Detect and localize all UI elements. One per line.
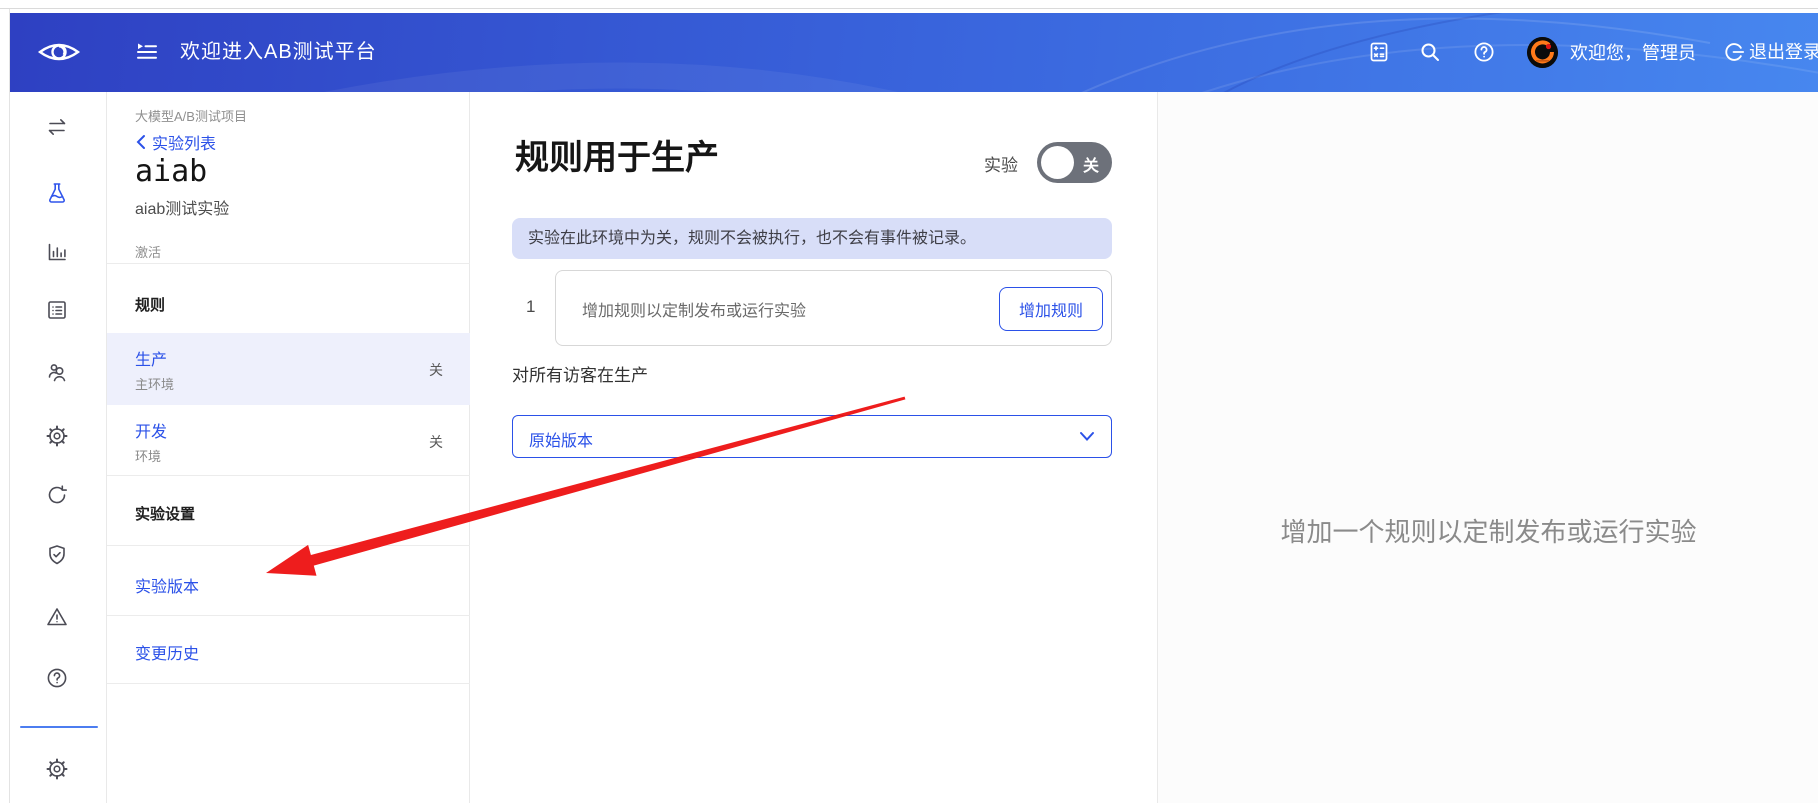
env-name[interactable]: 开发 <box>135 418 167 442</box>
divider <box>107 545 470 546</box>
env-row-production[interactable]: 生产 主环境 关 <box>107 333 470 405</box>
env-state-badge: 关 <box>429 360 443 380</box>
shield-check-icon[interactable] <box>45 543 69 567</box>
experiment-settings-header: 实验设置 <box>135 503 195 524</box>
divider <box>107 263 470 264</box>
page-title-header: 欢迎进入AB测试平台 <box>180 39 377 65</box>
users-icon[interactable] <box>45 360 69 384</box>
env-state-badge: 关 <box>429 432 443 452</box>
refresh-icon[interactable] <box>45 483 69 507</box>
sidebar-link-experiment-versions[interactable]: 实验版本 <box>135 573 199 597</box>
help-icon[interactable] <box>1472 40 1496 64</box>
env-subtitle: 环境 <box>135 446 161 465</box>
logout-button[interactable]: 退出登录 <box>1723 40 1818 64</box>
app-header: 欢迎进入AB测试平台 欢迎您，管理员 <box>10 13 1818 92</box>
bar-chart-icon[interactable] <box>45 240 69 264</box>
chevron-down-icon <box>1079 430 1095 442</box>
divider <box>107 683 470 684</box>
experiment-toggle-label: 实验 <box>984 151 1018 176</box>
back-link-label: 实验列表 <box>152 130 216 154</box>
eye-logo <box>38 36 80 68</box>
rules-main-panel: 规则用于生产 实验 关 实验在此环境中为关，规则不会被执行，也不会有事件被记录。… <box>470 92 1157 803</box>
add-rule-placeholder-text: 增加规则以定制发布或运行实验 <box>582 297 806 321</box>
calculator-icon[interactable] <box>1367 40 1391 64</box>
warning-triangle-icon[interactable] <box>45 605 69 629</box>
project-name-label: 大模型A/B测试项目 <box>135 106 247 125</box>
experiments-flask-icon[interactable] <box>45 181 69 205</box>
window-top-strip <box>0 0 1818 13</box>
experiment-toggle[interactable]: 关 <box>1037 142 1112 183</box>
nav-icon-rail <box>10 92 107 803</box>
question-circle-icon[interactable] <box>45 666 69 690</box>
settings-gear-icon[interactable] <box>45 424 69 448</box>
chevron-left-icon <box>135 134 146 150</box>
window-chrome-divider <box>0 8 1818 9</box>
toggle-state-text: 关 <box>1083 152 1099 176</box>
add-rule-row: 增加规则以定制发布或运行实验 增加规则 <box>555 270 1112 346</box>
swap-arrows-icon[interactable] <box>45 115 69 139</box>
bottom-settings-gear-icon[interactable] <box>45 757 69 781</box>
logout-label: 退出登录 <box>1749 40 1818 64</box>
search-icon[interactable] <box>1418 40 1442 64</box>
empty-rules-hint: 增加一个规则以定制发布或运行实验 <box>1158 512 1818 549</box>
rules-empty-panel: 增加一个规则以定制发布或运行实验 <box>1157 92 1818 803</box>
env-subtitle: 主环境 <box>135 374 174 393</box>
window-left-edge <box>0 9 10 803</box>
sidebar-link-change-history[interactable]: 变更历史 <box>135 640 199 664</box>
divider <box>107 475 470 476</box>
rule-number: 1 <box>526 297 535 317</box>
main-title: 规则用于生产 <box>515 130 719 179</box>
environment-off-banner: 实验在此环境中为关，规则不会被执行，也不会有事件被记录。 <box>512 218 1112 259</box>
menu-fold-icon[interactable] <box>135 40 159 64</box>
rail-divider <box>20 726 98 728</box>
experiment-description: aiab测试实验 <box>135 195 229 219</box>
user-avatar[interactable] <box>1527 37 1558 68</box>
divider <box>107 615 470 616</box>
toggle-knob[interactable] <box>1041 146 1074 179</box>
version-selected-value: 原始版本 <box>529 427 593 451</box>
logout-icon <box>1723 41 1745 63</box>
experiment-name: aiab <box>135 154 207 189</box>
version-select-dropdown[interactable]: 原始版本 <box>512 415 1112 458</box>
user-greeting: 欢迎您，管理员 <box>1570 42 1696 64</box>
env-name[interactable]: 生产 <box>135 346 167 370</box>
env-row-development[interactable]: 开发 环境 关 <box>107 405 470 475</box>
add-rule-button[interactable]: 增加规则 <box>999 287 1103 331</box>
rules-section-header: 规则 <box>135 294 165 315</box>
back-to-experiment-list-link[interactable]: 实验列表 <box>135 130 216 154</box>
audience-label: 对所有访客在生产 <box>512 361 648 386</box>
experiment-sidebar: 大模型A/B测试项目 实验列表 aiab aiab测试实验 激活 规则 生产 主… <box>107 92 470 803</box>
experiment-status-label: 激活 <box>135 242 161 261</box>
list-panel-icon[interactable] <box>45 298 69 322</box>
